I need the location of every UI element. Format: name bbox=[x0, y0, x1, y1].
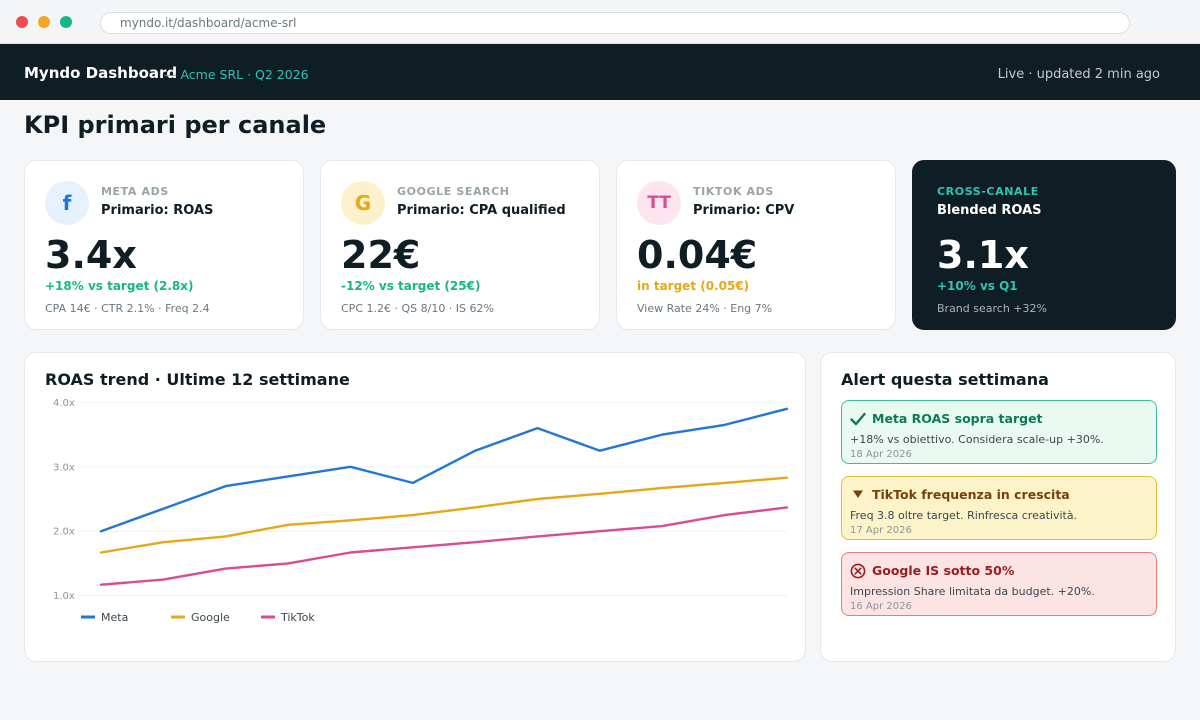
check-icon bbox=[850, 412, 866, 426]
alerts-panel: Alert questa settimana Meta ROAS sopra t… bbox=[820, 352, 1176, 662]
alert-text: Impression Share limitata da budget. +20… bbox=[850, 585, 1095, 598]
roas-line-chart: 4.0x 3.0x 2.0x 1.0x Meta Google TikTok bbox=[53, 398, 789, 624]
address-bar[interactable]: myndo.it/dashboard/acme-srl bbox=[100, 12, 1130, 34]
meta-logo-icon: f bbox=[45, 181, 89, 225]
alert-card[interactable]: Meta ROAS sopra target +18% vs obiettivo… bbox=[841, 400, 1157, 464]
kpi-delta: -12% vs target (25€) bbox=[341, 279, 481, 293]
kpi-secondary-metrics: CPC 1.2€ · QS 8/10 · IS 62% bbox=[341, 302, 494, 315]
triangle-down-icon bbox=[853, 490, 863, 498]
kpi-delta: +18% vs target (2.8x) bbox=[45, 279, 194, 293]
kpi-delta: in target (0.05€) bbox=[637, 279, 750, 293]
google-logo-icon: G bbox=[341, 181, 385, 225]
kpi-secondary-metrics: View Rate 24% · Eng 7% bbox=[637, 302, 773, 315]
kpi-card-google[interactable]: G GOOGLE SEARCH Primario: CPA qualified … bbox=[320, 160, 600, 330]
roas-trend-panel: ROAS trend · Ultime 12 settimane 4.0x 3.0… bbox=[24, 352, 806, 662]
y-tick-label: 1.0x bbox=[53, 591, 75, 602]
y-tick-label: 2.0x bbox=[53, 527, 75, 538]
alert-title: Meta ROAS sopra target bbox=[872, 411, 1043, 426]
kpi-value: 22€ bbox=[341, 233, 421, 277]
legend-label: TikTok bbox=[280, 611, 315, 624]
client-context: — Acme SRL · Q2 2026 bbox=[164, 67, 309, 82]
kpi-card-meta[interactable]: f META ADS Primario: ROAS 3.4x +18% vs t… bbox=[24, 160, 304, 330]
channel-label: CROSS-CANALE bbox=[937, 185, 1039, 198]
window-close-button[interactable] bbox=[16, 16, 28, 28]
window-maximize-button[interactable] bbox=[60, 16, 72, 28]
kpi-card-cross-channel[interactable]: CROSS-CANALE Blended ROAS 3.1x +10% vs Q… bbox=[912, 160, 1176, 330]
kpi-delta: +10% vs Q1 bbox=[937, 279, 1018, 293]
page-title: KPI primari per canale bbox=[24, 111, 327, 139]
error-circle-icon bbox=[850, 563, 866, 579]
brand-title[interactable]: Myndo Dashboard bbox=[24, 64, 177, 82]
alerts-title: Alert questa settimana bbox=[841, 370, 1049, 389]
browser-chrome: myndo.it/dashboard/acme-srl bbox=[0, 0, 1200, 44]
kpi-card-tiktok[interactable]: TT TIKTOK ADS Primario: CPV 0.04€ in tar… bbox=[616, 160, 896, 330]
legend-label: Google bbox=[191, 611, 230, 624]
legend-label: Meta bbox=[101, 611, 128, 624]
kpi-value: 0.04€ bbox=[637, 233, 758, 277]
series-line-meta bbox=[99, 407, 789, 533]
kpi-value: 3.1x bbox=[937, 233, 1029, 277]
alert-card[interactable]: TikTok frequenza in crescita Freq 3.8 ol… bbox=[841, 476, 1157, 540]
channel-label: GOOGLE SEARCH bbox=[397, 185, 510, 198]
alert-text: Freq 3.8 oltre target. Rinfresca creativ… bbox=[850, 509, 1078, 522]
primary-kpi-name: Primario: CPV bbox=[693, 203, 795, 218]
alert-date: 16 Apr 2026 bbox=[850, 601, 912, 612]
series-line-tiktok bbox=[99, 506, 789, 586]
y-tick-label: 4.0x bbox=[53, 398, 75, 409]
alert-title: TikTok frequenza in crescita bbox=[872, 487, 1070, 502]
alert-date: 17 Apr 2026 bbox=[850, 525, 912, 536]
primary-kpi-name: Blended ROAS bbox=[937, 203, 1042, 218]
kpi-value: 3.4x bbox=[45, 233, 137, 277]
window-minimize-button[interactable] bbox=[38, 16, 50, 28]
channel-label: META ADS bbox=[101, 185, 169, 198]
kpi-secondary-metrics: Brand search +32% bbox=[937, 302, 1047, 315]
live-status: Live · updated 2 min ago bbox=[997, 67, 1160, 82]
tiktok-logo-icon: TT bbox=[637, 181, 681, 225]
y-tick-label: 3.0x bbox=[53, 462, 75, 473]
primary-kpi-name: Primario: ROAS bbox=[101, 203, 214, 218]
series-line-google bbox=[99, 476, 789, 554]
channel-label: TIKTOK ADS bbox=[693, 185, 774, 198]
alert-date: 18 Apr 2026 bbox=[850, 449, 912, 460]
alert-text: +18% vs obiettivo. Considera scale-up +3… bbox=[850, 433, 1104, 446]
alert-title: Google IS sotto 50% bbox=[872, 563, 1015, 578]
primary-kpi-name: Primario: CPA qualified bbox=[397, 203, 566, 218]
top-nav: Myndo Dashboard — Acme SRL · Q2 2026 Liv… bbox=[0, 44, 1200, 100]
kpi-secondary-metrics: CPA 14€ · CTR 2.1% · Freq 2.4 bbox=[45, 302, 210, 315]
alert-card[interactable]: Google IS sotto 50% Impression Share lim… bbox=[841, 552, 1157, 616]
